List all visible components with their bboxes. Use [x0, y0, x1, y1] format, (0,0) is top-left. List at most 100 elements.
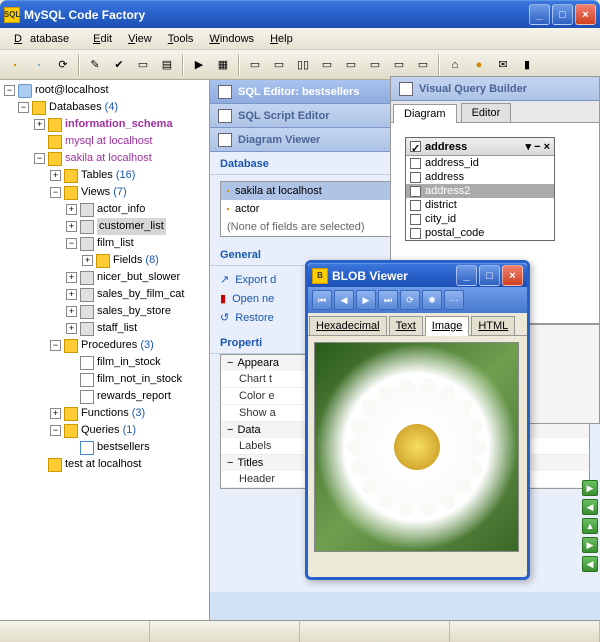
tool-edit-icon[interactable]: ✎ — [84, 54, 106, 76]
export-icon: ↗ — [220, 273, 229, 286]
tool-check-icon[interactable]: ✔ — [108, 54, 130, 76]
tab-hex[interactable]: Hexadecimal — [309, 316, 387, 336]
tree-view-item[interactable]: +sales_by_film_cat — [2, 286, 207, 303]
tree-query-item[interactable]: bestsellers — [2, 439, 207, 456]
tool-win2-icon[interactable]: ▭ — [268, 54, 290, 76]
prop-name: Chart t — [221, 371, 291, 387]
table-controls-icon[interactable]: ▾ − × — [526, 140, 550, 153]
vqb-tabs: Diagram Editor — [391, 101, 599, 123]
tool-win8-icon[interactable]: ▭ — [412, 54, 434, 76]
side-btn-down-icon[interactable]: ▶ — [582, 537, 598, 553]
blob-last-icon[interactable]: ⏭ — [378, 290, 398, 310]
blob-refresh-icon[interactable]: ⟳ — [400, 290, 420, 310]
tool-sheet-icon[interactable]: ▤ — [156, 54, 178, 76]
tree-view-item[interactable]: +nicer_but_slower — [2, 269, 207, 286]
tree-view-item[interactable]: +customer_list — [2, 218, 207, 235]
blob-tabs: Hexadecimal Text Image HTML — [308, 313, 527, 336]
blob-maximize-button[interactable]: □ — [479, 265, 500, 286]
tab-image[interactable]: Image — [425, 316, 470, 336]
tool-doc-icon[interactable]: ▭ — [132, 54, 154, 76]
tree-tables[interactable]: +Tables (16) — [2, 167, 207, 184]
blob-prev-icon[interactable]: ◀ — [334, 290, 354, 310]
tool-win4-icon[interactable]: ▭ — [316, 54, 338, 76]
prop-name: Labels — [221, 438, 291, 454]
menu-windows[interactable]: Windows — [201, 30, 262, 48]
table-column[interactable]: address — [406, 170, 554, 184]
tree-views[interactable]: −Views (7) — [2, 184, 207, 201]
tree-databases[interactable]: −Databases (4) — [2, 99, 207, 116]
vqb-header[interactable]: Visual Query Builder — [391, 77, 599, 101]
tool-home-icon[interactable]: ⌂ — [444, 54, 466, 76]
tree-view-item[interactable]: −film_list — [2, 235, 207, 252]
tool-chart-icon[interactable]: ▮ — [516, 54, 538, 76]
table-box-address[interactable]: ✓ address ▾ − × address_id address address… — [405, 137, 555, 241]
blob-extra-icon[interactable]: ⋯ — [444, 290, 464, 310]
statusbar — [0, 620, 600, 642]
restore-icon: ↺ — [220, 311, 229, 324]
vqb-icon — [399, 82, 413, 96]
tree-sakila[interactable]: −sakila at localhost — [2, 150, 207, 167]
side-btn-right-icon[interactable]: ▶ — [582, 480, 598, 496]
blob-first-icon[interactable]: ⏮ — [312, 290, 332, 310]
tree-view-item[interactable]: +sales_by_store — [2, 303, 207, 320]
menu-view[interactable]: View — [120, 30, 160, 48]
tool-grid-icon[interactable]: ▦ — [212, 54, 234, 76]
menu-help[interactable]: Help — [262, 30, 301, 48]
side-btn-left-icon[interactable]: ◀ — [582, 499, 598, 515]
tree-fields[interactable]: +Fields (8) — [2, 252, 207, 269]
minimize-button[interactable]: _ — [529, 4, 550, 25]
tree-procedures[interactable]: −Procedures (3) — [2, 337, 207, 354]
table-column[interactable]: district — [406, 198, 554, 212]
tree-test[interactable]: test at localhost — [2, 456, 207, 473]
table-name: address — [425, 141, 467, 153]
blob-minimize-button[interactable]: _ — [456, 265, 477, 286]
tool-globe-icon[interactable]: ● — [468, 54, 490, 76]
tree-proc-item[interactable]: film_in_stock — [2, 354, 207, 371]
maximize-button[interactable]: □ — [552, 4, 573, 25]
blob-close-button[interactable]: × — [502, 265, 523, 286]
blob-next-icon[interactable]: ▶ — [356, 290, 376, 310]
blob-image-daisy — [314, 342, 519, 552]
tool-win3-icon[interactable]: ▯▯ — [292, 54, 314, 76]
tree-view-item[interactable]: +actor_info — [2, 201, 207, 218]
tool-win5-icon[interactable]: ▭ — [340, 54, 362, 76]
tool-connect-icon[interactable] — [28, 54, 50, 76]
tree-proc-item[interactable]: film_not_in_stock — [2, 371, 207, 388]
tool-mail-icon[interactable]: ✉ — [492, 54, 514, 76]
tab-text[interactable]: Text — [389, 316, 423, 336]
tool-win7-icon[interactable]: ▭ — [388, 54, 410, 76]
tree-functions[interactable]: +Functions (3) — [2, 405, 207, 422]
blob-star-icon[interactable]: ✱ — [422, 290, 442, 310]
script-icon — [218, 109, 232, 123]
side-buttons: ▶ ◀ ▲ ▶ ◀ — [582, 480, 598, 572]
table-column[interactable]: city_id — [406, 212, 554, 226]
tree-root[interactable]: −root@localhost — [2, 82, 207, 99]
tool-run-icon[interactable]: ▶ — [188, 54, 210, 76]
side-btn-up-icon[interactable]: ▲ — [582, 518, 598, 534]
prop-name: Header — [221, 471, 291, 487]
table-column[interactable]: address2 — [406, 184, 554, 198]
tool-refresh-icon[interactable]: ⟳ — [52, 54, 74, 76]
tree-info-schema[interactable]: +information_schema — [2, 116, 207, 133]
tab-html[interactable]: HTML — [471, 316, 515, 336]
tab-diagram[interactable]: Diagram — [393, 104, 457, 123]
table-column[interactable]: postal_code — [406, 226, 554, 240]
database-tree-panel: −root@localhost −Databases (4) +informat… — [0, 80, 210, 620]
tree-queries[interactable]: −Queries (1) — [2, 422, 207, 439]
tree-mysql[interactable]: mysql at localhost — [2, 133, 207, 150]
tab-editor[interactable]: Editor — [461, 103, 512, 122]
close-button[interactable]: × — [575, 4, 596, 25]
table-column[interactable]: address_id — [406, 156, 554, 170]
side-btn-last-icon[interactable]: ◀ — [582, 556, 598, 572]
tool-win1-icon[interactable]: ▭ — [244, 54, 266, 76]
menu-edit[interactable]: Edit — [85, 30, 120, 48]
menu-database[interactable]: Database — [6, 30, 85, 48]
tree-proc-item[interactable]: rewards_report — [2, 388, 207, 405]
tree-view-item[interactable]: +staff_list — [2, 320, 207, 337]
tool-win6-icon[interactable]: ▭ — [364, 54, 386, 76]
database-tree[interactable]: −root@localhost −Databases (4) +informat… — [2, 82, 207, 473]
tool-db-icon[interactable] — [4, 54, 26, 76]
checkbox-icon[interactable]: ✓ — [410, 141, 421, 152]
menu-tools[interactable]: Tools — [160, 30, 202, 48]
blob-viewer-window[interactable]: B BLOB Viewer _ □ × ⏮ ◀ ▶ ⏭ ⟳ ✱ ⋯ Hexade… — [305, 260, 530, 580]
